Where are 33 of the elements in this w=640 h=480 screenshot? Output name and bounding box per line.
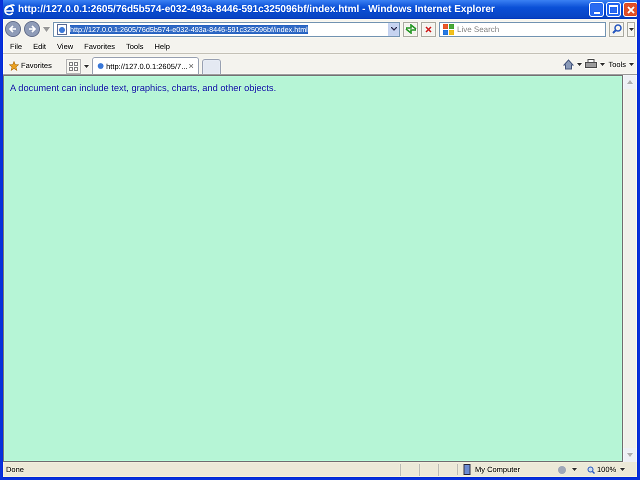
stop-icon[interactable] — [425, 26, 432, 32]
browser-logo-icon — [3, 4, 15, 16]
search-options-button[interactable] — [627, 22, 635, 36]
caret-icon[interactable] — [84, 65, 89, 68]
chevron-icon[interactable] — [390, 27, 396, 31]
caret-icon[interactable] — [600, 62, 606, 66]
caret-icon[interactable] — [620, 468, 626, 471]
back-arrow-icon[interactable] — [9, 25, 17, 33]
search-field[interactable]: Live Search — [439, 22, 606, 36]
page-icon — [96, 61, 104, 71]
home-icon[interactable] — [563, 58, 574, 70]
grid-icon[interactable] — [68, 62, 78, 71]
magnifier-icon — [587, 466, 595, 474]
caret-icon[interactable] — [572, 468, 577, 471]
caret-icon[interactable] — [577, 62, 582, 66]
windows-flag-icon — [443, 24, 454, 34]
dropdown-button[interactable] — [388, 22, 399, 36]
printer-icon[interactable] — [585, 59, 598, 69]
stop-button[interactable] — [421, 22, 436, 36]
close-icon[interactable] — [189, 63, 194, 69]
caret-icon[interactable] — [629, 62, 634, 66]
page-icon — [57, 24, 67, 34]
maximize-button[interactable] — [606, 2, 621, 17]
minimize-button[interactable] — [589, 2, 604, 17]
back-button[interactable] — [5, 21, 21, 37]
page-text: A document can include text, graphics, charts, and other objects. — [10, 83, 278, 93]
caret-icon[interactable] — [628, 28, 634, 30]
close-button[interactable] — [623, 2, 637, 17]
computer-icon — [462, 464, 472, 475]
star-icon — [9, 60, 19, 70]
forward-button[interactable] — [24, 21, 40, 37]
window-title: http://127.0.0.1:2605/76d5b574-e032-493a-8446-591c325096bf/index.html - Windows Internet Explorer — [18, 4, 496, 15]
forward-arrow-icon[interactable] — [28, 25, 36, 33]
